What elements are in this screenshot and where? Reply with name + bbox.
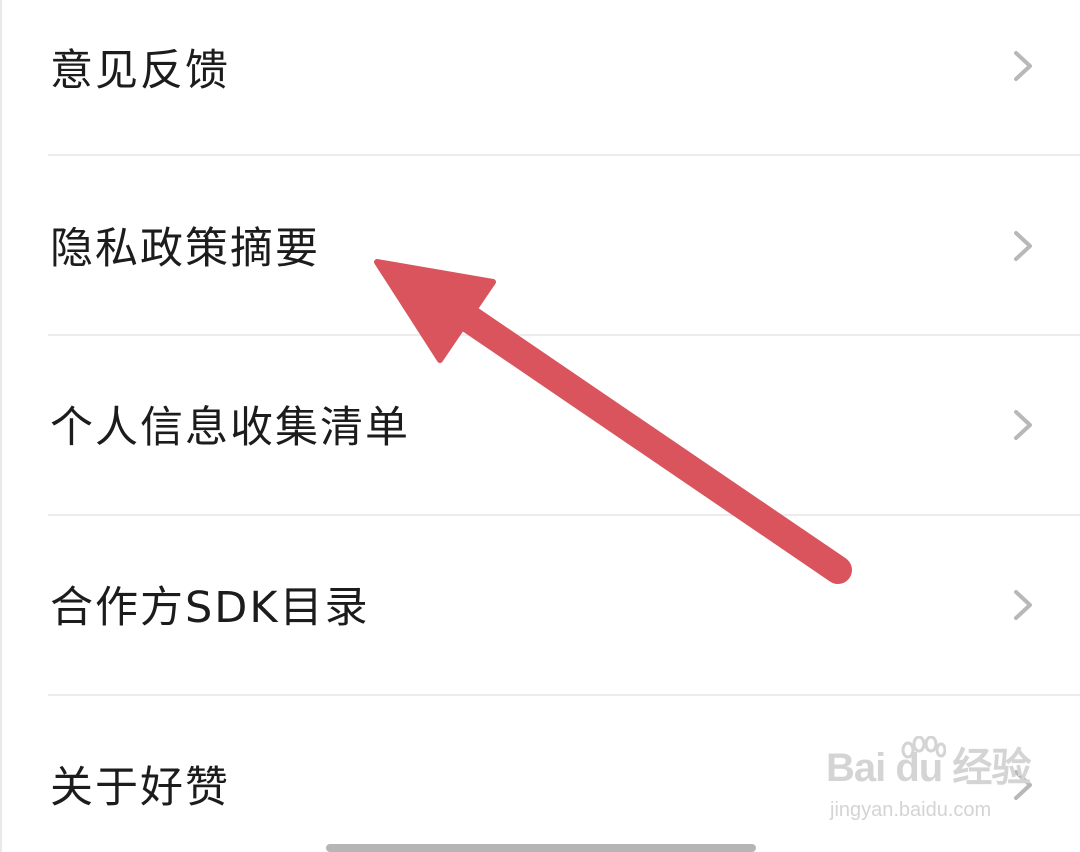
menu-item-personal-info-list[interactable]: 个人信息收集清单 (0, 336, 1080, 514)
settings-screen: 意见反馈 隐私政策摘要 个人信息收集清单 合作方SDK目录 关于好赞 Bai d… (0, 0, 1080, 852)
menu-item-label: 隐私政策摘要 (50, 224, 320, 274)
menu-item-label: 关于好赞 (50, 763, 230, 813)
menu-item-feedback[interactable]: 意见反馈 (0, 0, 1080, 156)
home-indicator-bar[interactable] (326, 844, 756, 852)
menu-item-label: 合作方SDK目录 (50, 583, 370, 633)
menu-item-label: 意见反馈 (50, 46, 230, 96)
chevron-right-icon (1014, 51, 1032, 81)
menu-item-about[interactable]: 关于好赞 (0, 696, 1080, 852)
chevron-right-icon (1014, 590, 1032, 620)
chevron-right-icon (1014, 410, 1032, 440)
menu-item-partner-sdk-list[interactable]: 合作方SDK目录 (0, 516, 1080, 694)
menu-item-label: 个人信息收集清单 (50, 403, 410, 453)
menu-item-privacy-policy-summary[interactable]: 隐私政策摘要 (0, 156, 1080, 334)
chevron-right-icon (1014, 770, 1032, 800)
chevron-right-icon (1014, 231, 1032, 261)
